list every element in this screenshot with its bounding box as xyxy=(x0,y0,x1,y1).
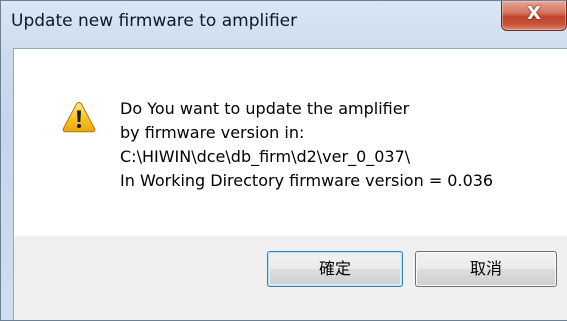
message-area: Do You want to update the amplifier by f… xyxy=(13,48,567,236)
message-text: Do You want to update the amplifier by f… xyxy=(120,97,493,193)
ok-button[interactable]: 確定 xyxy=(267,251,403,287)
message-line: C:\HIWIN\dce\db_firm\d2\ver_0_037\ xyxy=(120,147,411,166)
title-bar[interactable]: Update new firmware to amplifier X xyxy=(1,1,567,47)
warning-icon xyxy=(62,101,96,133)
window-title: Update new firmware to amplifier xyxy=(11,11,298,31)
close-icon: X xyxy=(527,3,541,24)
message-line: Do You want to update the amplifier xyxy=(120,99,410,118)
dialog-window: Update new firmware to amplifier X Do Yo… xyxy=(0,0,567,321)
cancel-button[interactable]: 取消 xyxy=(415,251,557,287)
close-button[interactable]: X xyxy=(501,1,567,31)
button-bar: 確定 取消 xyxy=(13,236,567,320)
message-line: In Working Directory firmware version = … xyxy=(120,171,494,190)
message-line: by firmware version in: xyxy=(120,123,305,142)
